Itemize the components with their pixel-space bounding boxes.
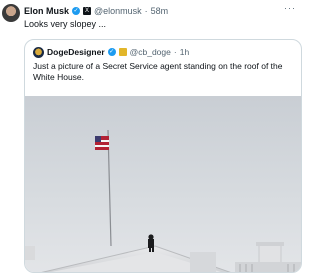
separator-dot: ·	[144, 6, 148, 16]
quoted-timestamp[interactable]: 1h	[180, 47, 189, 57]
verified-badge-icon: ✓	[107, 48, 116, 56]
author-handle[interactable]: @elonmusk	[94, 6, 142, 16]
avatar[interactable]	[2, 4, 20, 22]
quoted-author-name[interactable]: DogeDesigner	[47, 47, 105, 57]
quoted-tweet-header: DogeDesigner ✓ @cb_doge · 1h	[33, 46, 189, 58]
timestamp[interactable]: 58m	[151, 6, 169, 16]
separator-dot: ·	[173, 47, 177, 57]
avatar[interactable]	[33, 46, 44, 58]
gold-affiliation-icon	[118, 48, 127, 56]
chimney-left	[25, 246, 35, 260]
tweet-header: Elon Musk ✓ X @elonmusk · 58m	[24, 5, 168, 17]
quoted-tweet-text: Just a picture of a Secret Service agent…	[33, 61, 283, 82]
author-name[interactable]: Elon Musk	[24, 6, 69, 16]
verified-badge-icon: ✓	[72, 7, 81, 15]
chimney-cap	[256, 242, 284, 246]
more-options-icon[interactable]: ···	[284, 3, 296, 13]
tweet-text: Looks very slopey ...	[24, 19, 107, 29]
tweet[interactable]: Elon Musk ✓ X @elonmusk · 58m ··· Looks …	[0, 0, 302, 273]
quoted-author-handle[interactable]: @cb_doge	[130, 47, 171, 57]
quoted-tweet-photo[interactable]	[25, 96, 301, 273]
quoted-tweet[interactable]: DogeDesigner ✓ @cb_doge · 1h Just a pict…	[24, 39, 302, 273]
x-logo-icon: X	[83, 7, 92, 15]
american-flag	[95, 136, 109, 150]
roof-structure	[190, 252, 216, 272]
